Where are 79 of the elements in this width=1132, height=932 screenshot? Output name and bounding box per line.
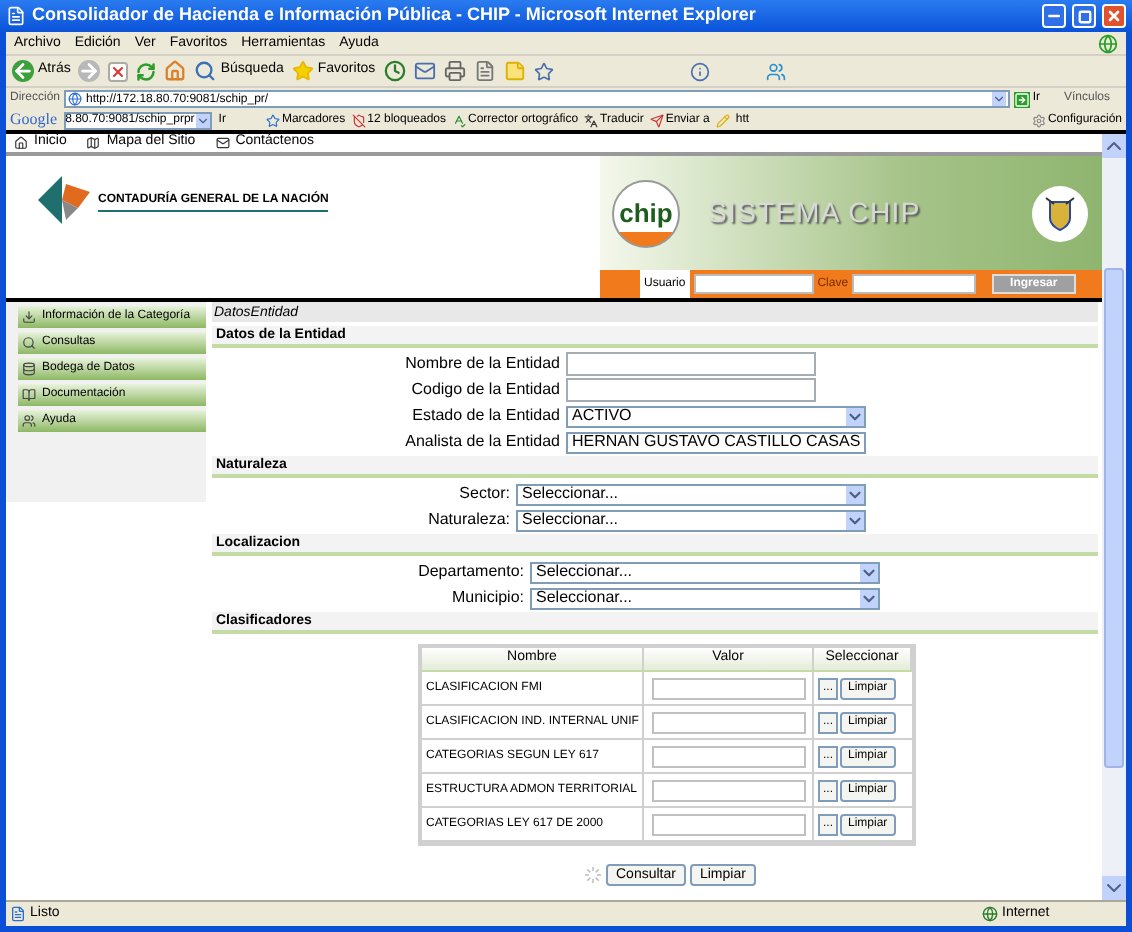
- database-icon: [22, 362, 36, 376]
- system-title: SISTEMA CHIP: [708, 194, 923, 232]
- history-icon[interactable]: [383, 60, 406, 82]
- highlight-icon[interactable]: [715, 113, 730, 127]
- dropdown-field[interactable]: ACTIVO: [566, 405, 866, 427]
- select-value: Seleccionar...: [520, 486, 621, 502]
- close-icon: [1106, 8, 1122, 24]
- close-button[interactable]: [1102, 4, 1126, 28]
- mail-icon: [215, 136, 230, 150]
- home-icon[interactable]: [164, 60, 187, 82]
- field-label: Municipio:: [449, 586, 526, 610]
- stop-icon[interactable]: [108, 61, 129, 81]
- download-icon: [22, 310, 36, 324]
- minimize-button[interactable]: [1042, 4, 1066, 28]
- value-field[interactable]: [651, 711, 805, 733]
- loading-spinner-icon: [584, 866, 602, 884]
- maximize-button[interactable]: [1072, 4, 1096, 28]
- scroll-thumb[interactable]: [1104, 267, 1124, 767]
- user-field[interactable]: [693, 274, 814, 294]
- page-icon: [6, 6, 26, 26]
- send-icon: [649, 113, 664, 127]
- book-icon: [22, 388, 36, 402]
- field-label: Analista de la Entidad: [403, 430, 562, 454]
- star-icon: [265, 113, 280, 127]
- select-value: ACTIVO: [570, 408, 634, 424]
- scroll-up-icon[interactable]: [1102, 134, 1126, 158]
- dropdown-field[interactable]: Seleccionar...: [516, 509, 866, 531]
- go-arrow-icon: [1014, 91, 1031, 107]
- print-icon[interactable]: [443, 60, 466, 82]
- field-label: Nombre de la Entidad: [403, 352, 562, 376]
- search-icon: [22, 336, 36, 350]
- window-title: Consolidador de Hacienda e Información Pública - CHIP - Microsoft Internet Explorer: [32, 2, 758, 29]
- home-icon: [14, 136, 28, 150]
- forward-icon[interactable]: [78, 60, 101, 82]
- dropdown-field[interactable]: Seleccionar...: [530, 587, 880, 609]
- blocked-shield-icon: [351, 113, 366, 127]
- field-label: Departamento:: [416, 560, 526, 584]
- globe-icon: [68, 92, 83, 106]
- star-icon: [291, 60, 314, 82]
- value-field[interactable]: [651, 779, 805, 801]
- settings-icon: [1031, 113, 1046, 127]
- map-icon: [86, 136, 101, 150]
- google-logo: Google: [10, 108, 58, 132]
- maximize-icon: [1077, 9, 1091, 23]
- dropdown-arrow-icon: [846, 485, 864, 503]
- field-label: Naturaleza:: [426, 508, 512, 532]
- dropdown-field[interactable]: Seleccionar...: [516, 483, 866, 505]
- coat-of-arms-icon: [1030, 183, 1090, 243]
- password-field[interactable]: [852, 274, 977, 294]
- dropdown-arrow-icon: [196, 113, 211, 127]
- dropdown-arrow-icon: [846, 407, 864, 425]
- dropdown-arrow-icon: [846, 511, 864, 529]
- scroll-down-icon[interactable]: [1102, 876, 1126, 900]
- search-icon: [194, 60, 217, 82]
- mail-icon[interactable]: [413, 60, 436, 82]
- users-icon: [22, 414, 36, 428]
- dropdown-field[interactable]: Seleccionar...: [530, 561, 880, 583]
- field-label: Sector:: [457, 482, 512, 506]
- cgn-logo-icon: [38, 176, 90, 224]
- select-value: Seleccionar...: [534, 564, 635, 580]
- spellcheck-icon: [452, 113, 467, 127]
- select-value: Seleccionar...: [520, 512, 621, 528]
- value-field[interactable]: [651, 677, 805, 699]
- text-input-field[interactable]: [566, 378, 816, 402]
- dropdown-arrow-icon: [860, 589, 878, 607]
- field-label: Codigo de la Entidad: [409, 378, 562, 402]
- value-field[interactable]: [651, 745, 805, 767]
- field-label: Estado de la Entidad: [410, 404, 562, 428]
- value-field[interactable]: [651, 813, 805, 835]
- dropdown-arrow-icon: [860, 563, 878, 581]
- text-input-field[interactable]: [566, 352, 816, 376]
- note-icon[interactable]: [503, 60, 526, 82]
- refresh-icon[interactable]: [136, 61, 157, 81]
- select-value: Seleccionar...: [534, 590, 635, 606]
- page-status-icon: [10, 906, 26, 922]
- dropdown-arrow-icon: [992, 92, 1007, 106]
- translate-icon: [584, 113, 599, 127]
- internet-zone-icon: [982, 906, 998, 922]
- chip-logo: chip: [612, 179, 680, 247]
